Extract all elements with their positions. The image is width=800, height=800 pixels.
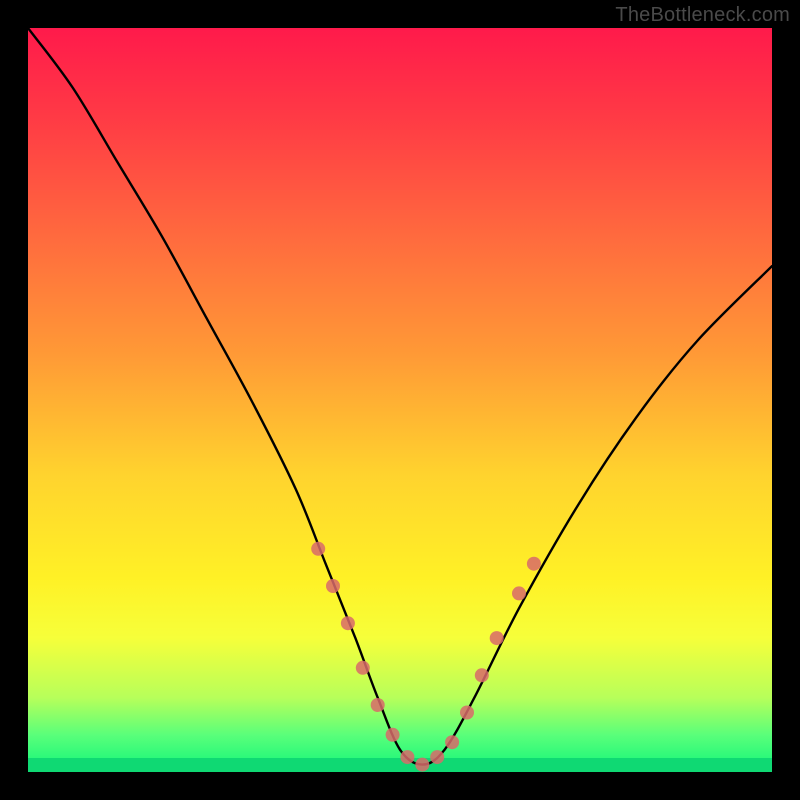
marker-dot — [400, 750, 414, 764]
marker-dot — [460, 706, 474, 720]
frame: TheBottleneck.com — [0, 0, 800, 800]
marker-dot — [341, 616, 355, 630]
marker-dot — [415, 758, 429, 772]
marker-dot — [475, 668, 489, 682]
marker-dot — [430, 750, 444, 764]
marker-dot — [371, 698, 385, 712]
bottleneck-curve — [28, 28, 772, 765]
marker-dot — [490, 631, 504, 645]
marker-dot — [512, 586, 526, 600]
watermark-text: TheBottleneck.com — [615, 4, 790, 27]
highlight-dots — [311, 542, 541, 772]
marker-dot — [527, 557, 541, 571]
marker-dot — [386, 728, 400, 742]
marker-dot — [326, 579, 340, 593]
marker-dot — [445, 735, 459, 749]
chart-svg — [28, 28, 772, 772]
marker-dot — [356, 661, 370, 675]
marker-dot — [311, 542, 325, 556]
plot-area — [28, 28, 772, 772]
